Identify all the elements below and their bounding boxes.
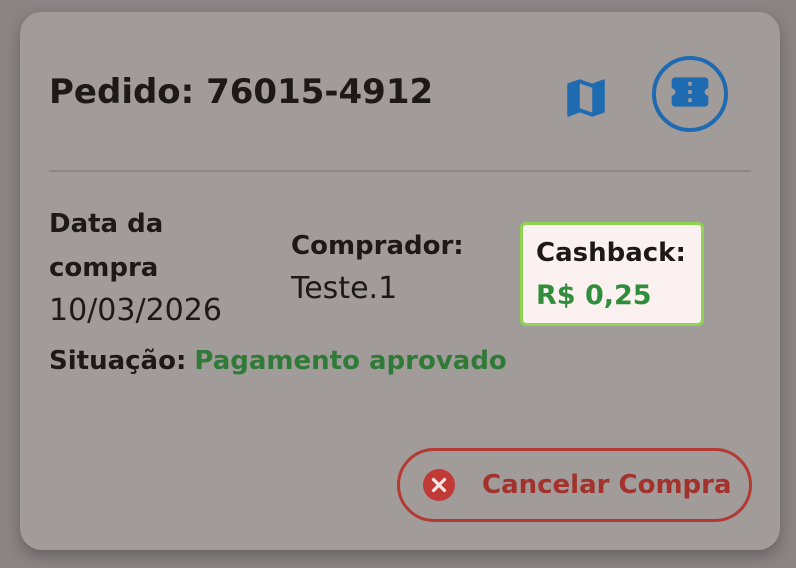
buyer-value: Teste.1 [291,271,398,306]
ticket-icon [668,70,712,118]
status-label: Situação: [49,346,187,376]
order-card: Pedido: 76015-4912 Data da compra 10/03/… [20,12,780,550]
ticket-button[interactable] [652,56,728,132]
purchase-date-label: Data da compra [49,209,164,283]
cancel-purchase-label: Cancelar Compra [482,470,732,500]
map-icon [561,73,611,127]
status-row: Situação: Pagamento aprovado [49,346,507,376]
cashback-label: Cashback: [536,238,686,268]
purchase-date-value: 10/03/2026 [49,293,222,328]
cashback-value: R$ 0,25 [536,280,652,311]
order-title: Pedido: 76015-4912 [49,72,434,112]
buyer-label: Comprador: [291,231,464,261]
cashback-box: Cashback: R$ 0,25 [520,222,704,326]
status-value: Pagamento aprovado [194,346,507,376]
cancel-purchase-button[interactable]: Cancelar Compra [397,448,752,522]
purchase-date-block: Data da compra 10/03/2026 [49,202,279,332]
map-button[interactable] [558,72,614,128]
close-circle-icon [422,468,456,502]
buyer-block: Comprador: Teste.1 [291,224,511,310]
divider [49,170,751,172]
